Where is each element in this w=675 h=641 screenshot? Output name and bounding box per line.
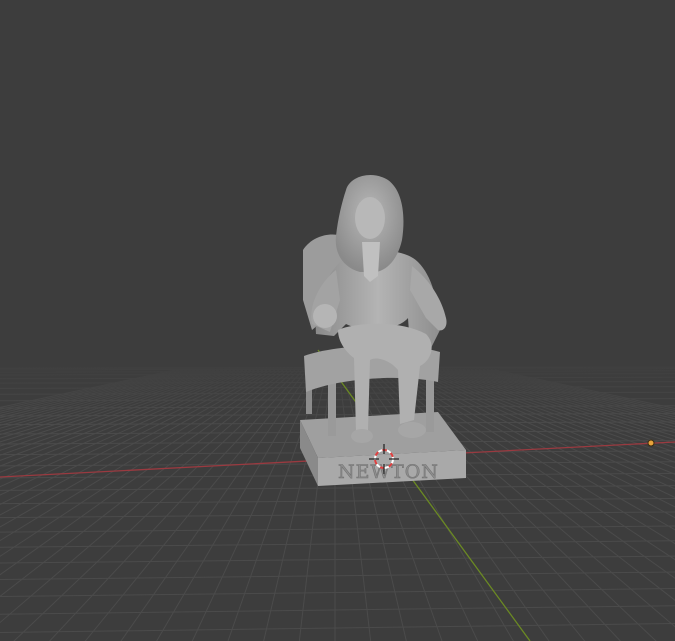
- grid-line: [0, 511, 675, 519]
- grid-line: [0, 588, 675, 598]
- statue-shoe-left: [351, 429, 373, 443]
- grid-line: [0, 540, 675, 548]
- chair-leg-front-left: [328, 380, 336, 436]
- grid-line: [0, 571, 675, 580]
- plinth-inscription: NEWTON: [338, 461, 439, 483]
- grid-line: [0, 525, 675, 533]
- grid-line: [0, 605, 675, 615]
- statue-shoe-right: [398, 422, 426, 438]
- grid-line: [0, 555, 675, 564]
- newton-statue-model[interactable]: NEWTON: [300, 175, 466, 486]
- statue-cravat: [362, 242, 380, 282]
- statue-sphere: [313, 304, 337, 328]
- statue-face: [355, 197, 385, 239]
- plinth-top: [300, 412, 466, 458]
- viewport-canvas[interactable]: NEWTON: [0, 0, 675, 641]
- 3d-viewport[interactable]: NEWTON: [0, 0, 675, 641]
- origin-dot-icon[interactable]: [647, 439, 655, 447]
